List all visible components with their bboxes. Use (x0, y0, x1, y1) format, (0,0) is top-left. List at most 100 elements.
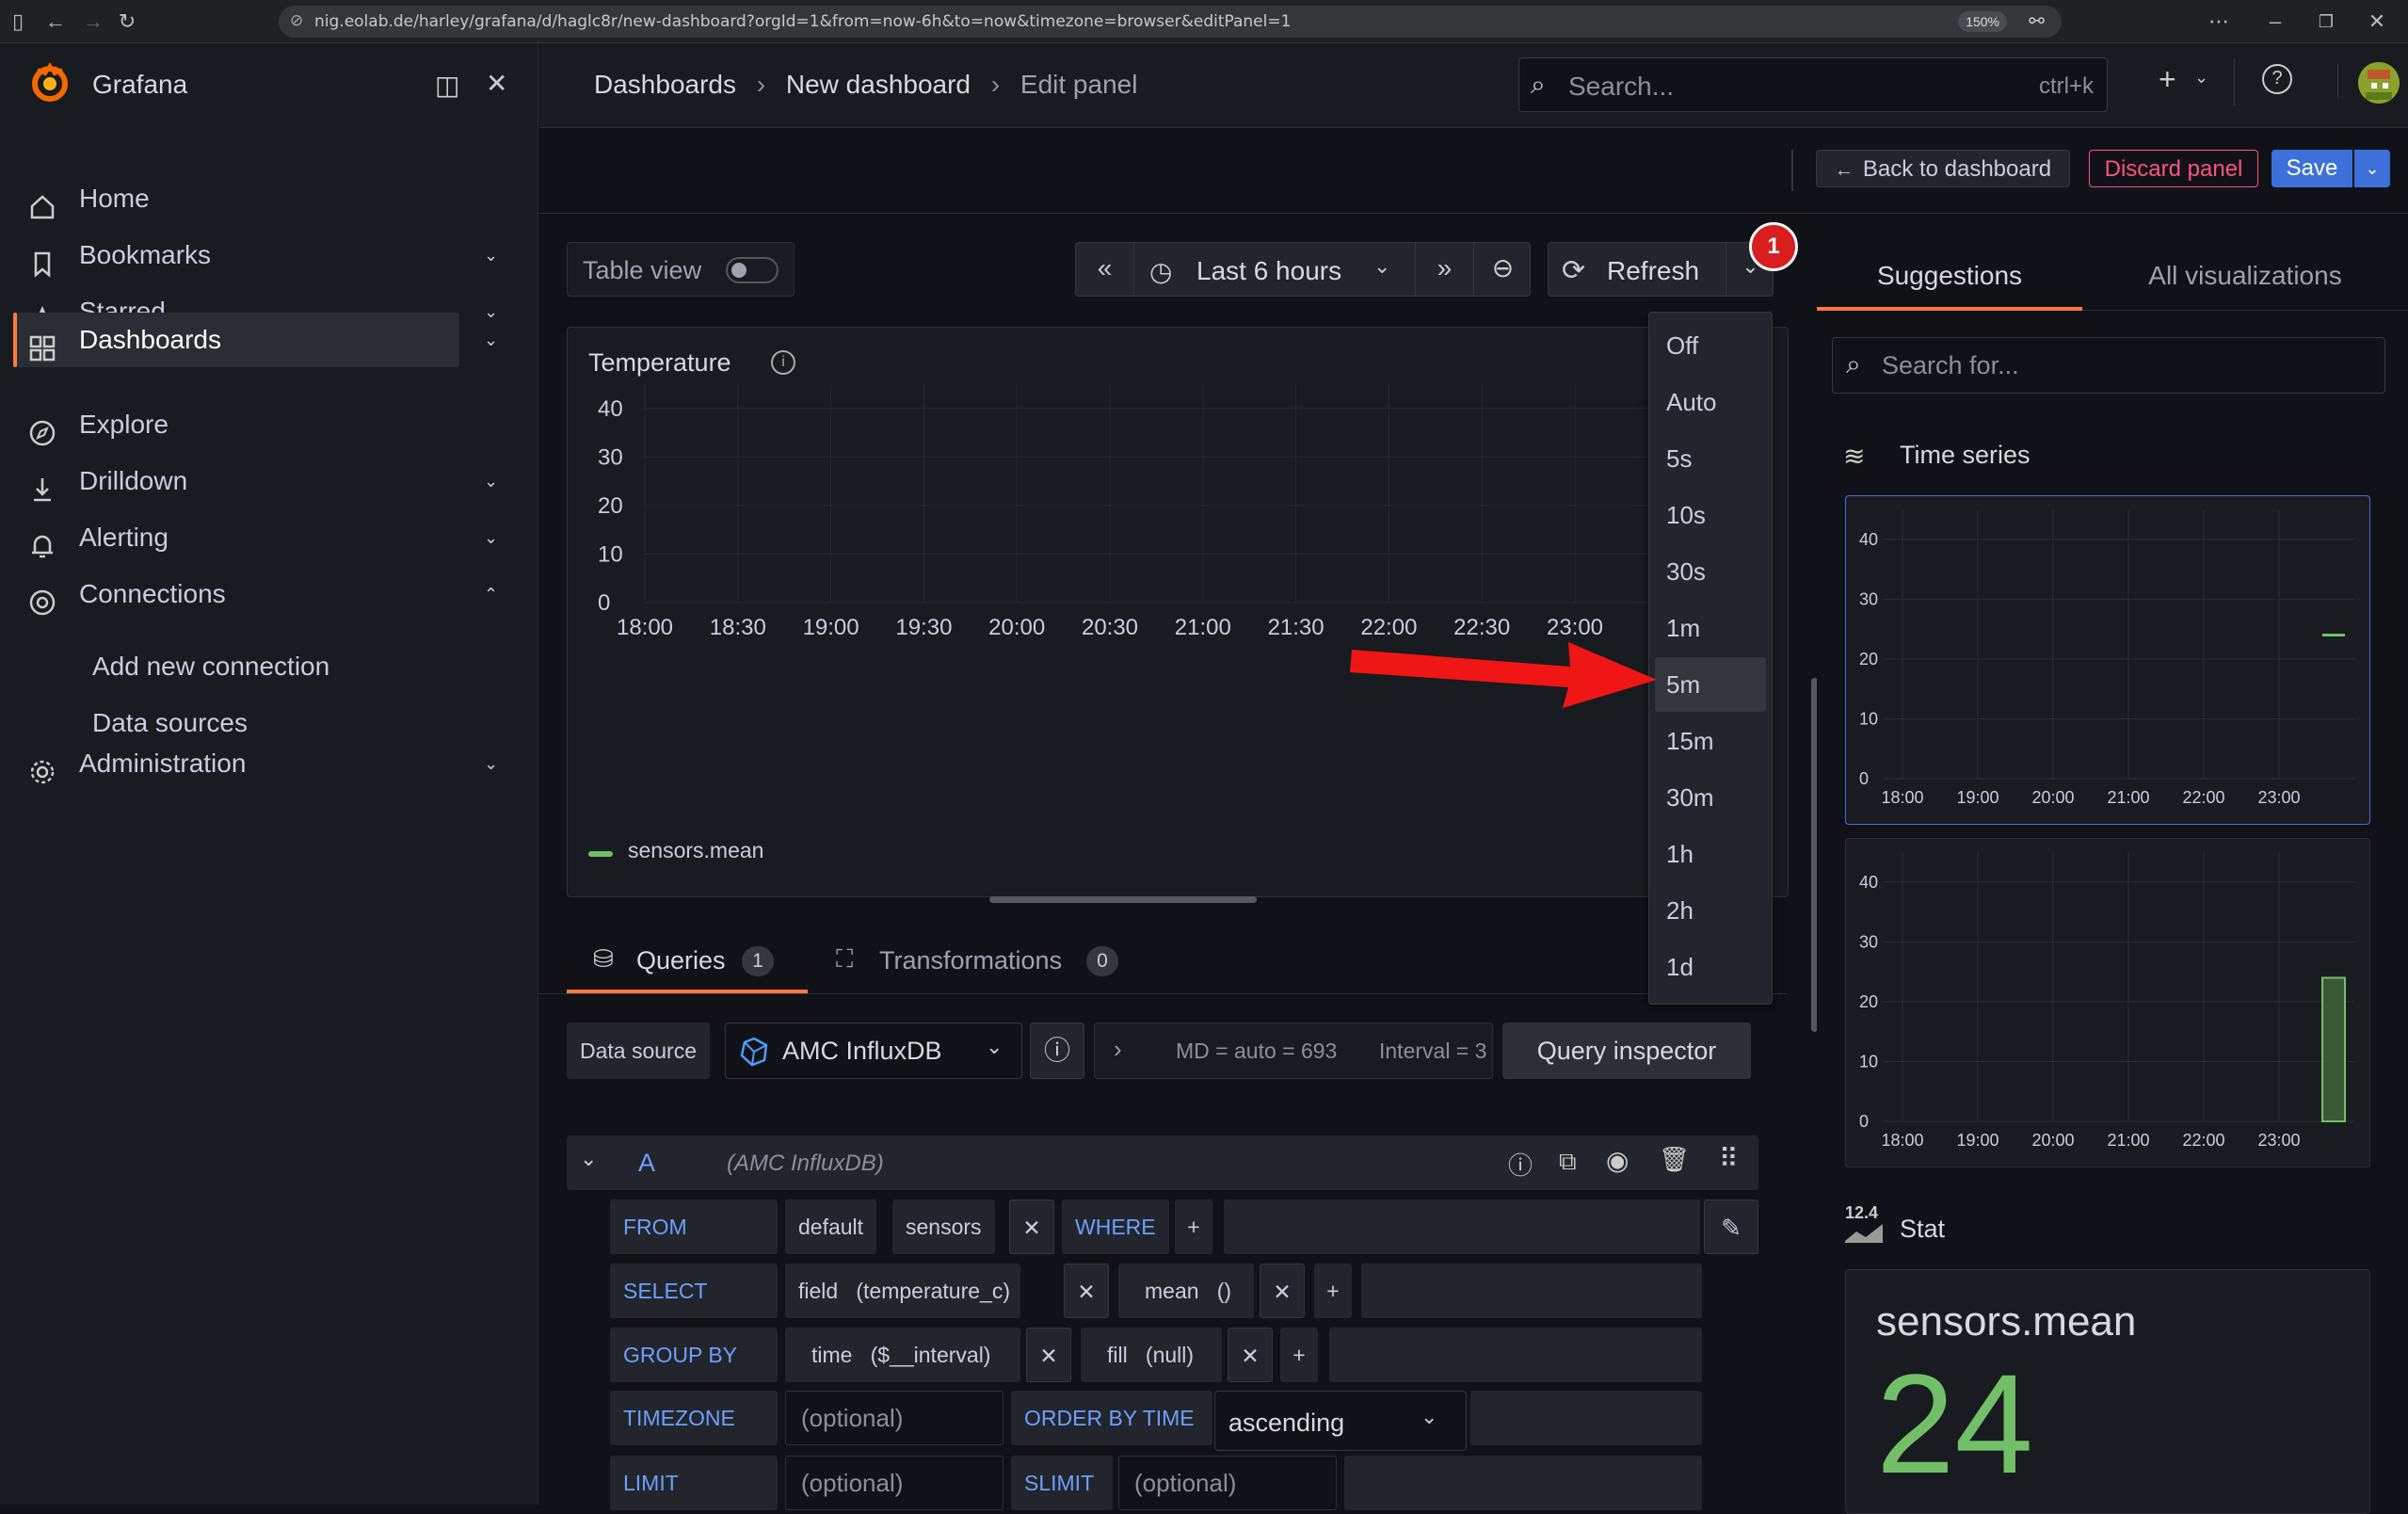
nav-sub-data-sources[interactable]: Data sources (92, 708, 248, 738)
nav-item-drilldown[interactable]: Drilldown ⌄ (13, 454, 498, 508)
query-inspector-button[interactable]: Query inspector (1502, 1023, 1751, 1079)
back-to-dashboard-button[interactable]: ← Back to dashboard (1816, 150, 2070, 187)
tab-transformations[interactable]: ⛶ Transformations 0 (836, 937, 1137, 993)
menu-dots-icon[interactable]: ⋯ (2203, 8, 2235, 36)
refresh-button[interactable]: Refresh (1607, 256, 1699, 286)
refresh-option-1h[interactable]: 1h (1655, 827, 1766, 881)
refresh-option-5s[interactable]: 5s (1655, 431, 1766, 486)
search-input[interactable]: ⌕ Search... ctrl+k (1518, 57, 2108, 112)
help-icon[interactable]: ? (2262, 64, 2292, 94)
copy-icon[interactable]: ⧉ (1559, 1147, 1577, 1177)
chevron-down-icon[interactable]: ⌄ (1373, 254, 1390, 279)
chevron-down-icon[interactable]: ⌄ (484, 228, 498, 282)
nav-item-home[interactable]: Home (13, 171, 459, 226)
add-where-button[interactable]: + (1175, 1200, 1212, 1254)
add-group-button[interactable]: + (1280, 1328, 1318, 1382)
remove-icon[interactable]: ✕ (1260, 1264, 1305, 1318)
nav-sub-add-connection[interactable]: Add new connection (92, 652, 329, 682)
shift-back-icon[interactable]: « (1076, 243, 1134, 296)
close-menu-icon[interactable]: ✕ (486, 68, 507, 99)
chevron-down-icon[interactable]: ⌄ (484, 313, 498, 367)
select-mean-part[interactable]: mean () (1118, 1264, 1254, 1318)
refresh-option-10s[interactable]: 10s (1655, 488, 1766, 542)
query-options[interactable]: › MD = auto = 693 Interval = 3 (1094, 1023, 1493, 1079)
suggestion-time-series-bars[interactable]: 0 10 20 30 40 18:00 19:00 20:00 21:00 22:00 23:00 (1845, 838, 2370, 1168)
info-icon[interactable]: i (771, 350, 795, 375)
maximize-icon[interactable]: ❐ (2310, 8, 2342, 36)
drag-handle-icon[interactable]: ⠿ (1719, 1143, 1739, 1174)
refresh-option-30s[interactable]: 30s (1655, 544, 1766, 599)
nav-item-connections[interactable]: Connections ⌃ (13, 567, 498, 621)
refresh-option-auto[interactable]: Auto (1655, 375, 1766, 429)
grafana-logo-icon[interactable] (30, 62, 70, 104)
refresh-option-off[interactable]: Off (1655, 318, 1766, 373)
refresh-option-1d[interactable]: 1d (1655, 940, 1766, 994)
viz-search-input[interactable]: ⌕ Search for... (1832, 337, 2385, 394)
remove-icon[interactable]: ✕ (1026, 1328, 1071, 1382)
avatar[interactable] (2358, 62, 2400, 104)
remove-icon[interactable]: ✕ (1064, 1264, 1109, 1318)
refresh-option-2h[interactable]: 2h (1655, 883, 1766, 938)
zoom-out-icon[interactable]: ⊖ (1473, 243, 1532, 296)
group-time-part[interactable]: time ($__interval) (785, 1328, 1020, 1382)
legend-series-name[interactable]: sensors.mean (628, 838, 763, 863)
query-ref-id[interactable]: A (638, 1149, 655, 1178)
reload-icon[interactable]: ↻ (111, 8, 143, 36)
discard-panel-button[interactable]: Discard panel (2089, 150, 2258, 187)
chevron-down-icon[interactable]: ⌄ (484, 510, 498, 565)
select-field-part[interactable]: field (temperature_c) (785, 1264, 1020, 1318)
chevron-down-icon[interactable]: ⌄ (2194, 68, 2208, 88)
site-info-icon[interactable]: ⊘ (290, 11, 303, 30)
forward-icon[interactable]: → (77, 8, 109, 36)
limit-input[interactable]: (optional) (785, 1456, 1003, 1510)
minimize-icon[interactable]: – (2259, 8, 2291, 36)
nav-item-explore[interactable]: Explore (13, 397, 459, 452)
breadcrumb-dashboard[interactable]: New dashboard (786, 70, 971, 99)
help-icon[interactable]: ⓘ (1030, 1023, 1084, 1079)
tab-all-visualizations[interactable]: All visualizations (2082, 241, 2408, 311)
chevron-down-icon[interactable]: ⌄ (484, 454, 498, 508)
group-fill-part[interactable]: fill (null) (1081, 1328, 1222, 1382)
horizontal-scrollbar[interactable] (989, 896, 1257, 903)
sidebar-toggle-icon[interactable]: ▯ (2, 8, 34, 36)
suggestion-time-series-line[interactable]: 0 10 20 30 40 18:00 19:00 20:00 21:00 22:00 23:00 (1845, 495, 2370, 825)
plus-icon[interactable]: + (2159, 62, 2176, 97)
toggle-switch[interactable] (726, 257, 779, 283)
trash-icon[interactable]: 🗑 (1659, 1145, 1690, 1174)
remove-icon[interactable]: ✕ (1009, 1200, 1054, 1254)
add-select-button[interactable]: + (1314, 1264, 1352, 1318)
refresh-option-30m[interactable]: 30m (1655, 770, 1766, 825)
zoom-badge[interactable]: 150% (1958, 11, 2007, 32)
data-source-select[interactable]: AMC InfluxDB ⌄ (725, 1023, 1022, 1079)
eye-icon[interactable]: ◉ (1606, 1145, 1629, 1176)
sync-icon[interactable]: ⟳ (1562, 254, 1585, 287)
from-policy[interactable]: default (785, 1200, 877, 1254)
suggestion-stat[interactable]: sensors.mean 24 (1845, 1269, 2370, 1514)
address-bar[interactable]: ⊘ nig.eolab.de/harley/grafana/d/haglc8r/… (279, 6, 2062, 38)
extension-icon[interactable]: ⚯ (2029, 9, 2045, 33)
tab-suggestions[interactable]: Suggestions (1817, 241, 2082, 311)
chevron-up-icon[interactable]: ⌃ (484, 567, 498, 621)
order-select[interactable]: ascending ⌄ (1214, 1391, 1467, 1451)
nav-item-bookmarks[interactable]: Bookmarks ⌄ (13, 228, 498, 282)
nav-item-administration[interactable]: Administration ⌄ (13, 736, 498, 791)
edit-raw-icon[interactable]: ✎ (1704, 1200, 1758, 1254)
refresh-option-15m[interactable]: 15m (1655, 714, 1766, 768)
from-measurement[interactable]: sensors (892, 1200, 995, 1254)
refresh-option-1m[interactable]: 1m (1655, 601, 1766, 655)
remove-icon[interactable]: ✕ (1228, 1328, 1273, 1382)
shift-forward-icon[interactable]: » (1415, 243, 1473, 296)
dock-menu-icon[interactable]: ◫ (435, 70, 459, 101)
breadcrumb-dashboards[interactable]: Dashboards (594, 70, 736, 99)
close-window-icon[interactable]: ✕ (2361, 8, 2393, 36)
collapse-chevron-icon[interactable]: ⌄ (580, 1147, 597, 1171)
save-options-chevron-icon[interactable]: ⌄ (2354, 150, 2390, 187)
timezone-input[interactable]: (optional) (785, 1391, 1003, 1445)
chevron-down-icon[interactable]: ⌄ (484, 736, 498, 791)
refresh-option-5m[interactable]: 5m (1655, 657, 1766, 712)
slimit-input[interactable]: (optional) (1118, 1456, 1337, 1510)
help-icon[interactable]: ⓘ (1508, 1147, 1533, 1182)
save-button[interactable]: Save (2272, 150, 2352, 187)
back-icon[interactable]: ← (40, 8, 72, 36)
table-view-toggle[interactable]: Table view (567, 242, 795, 297)
